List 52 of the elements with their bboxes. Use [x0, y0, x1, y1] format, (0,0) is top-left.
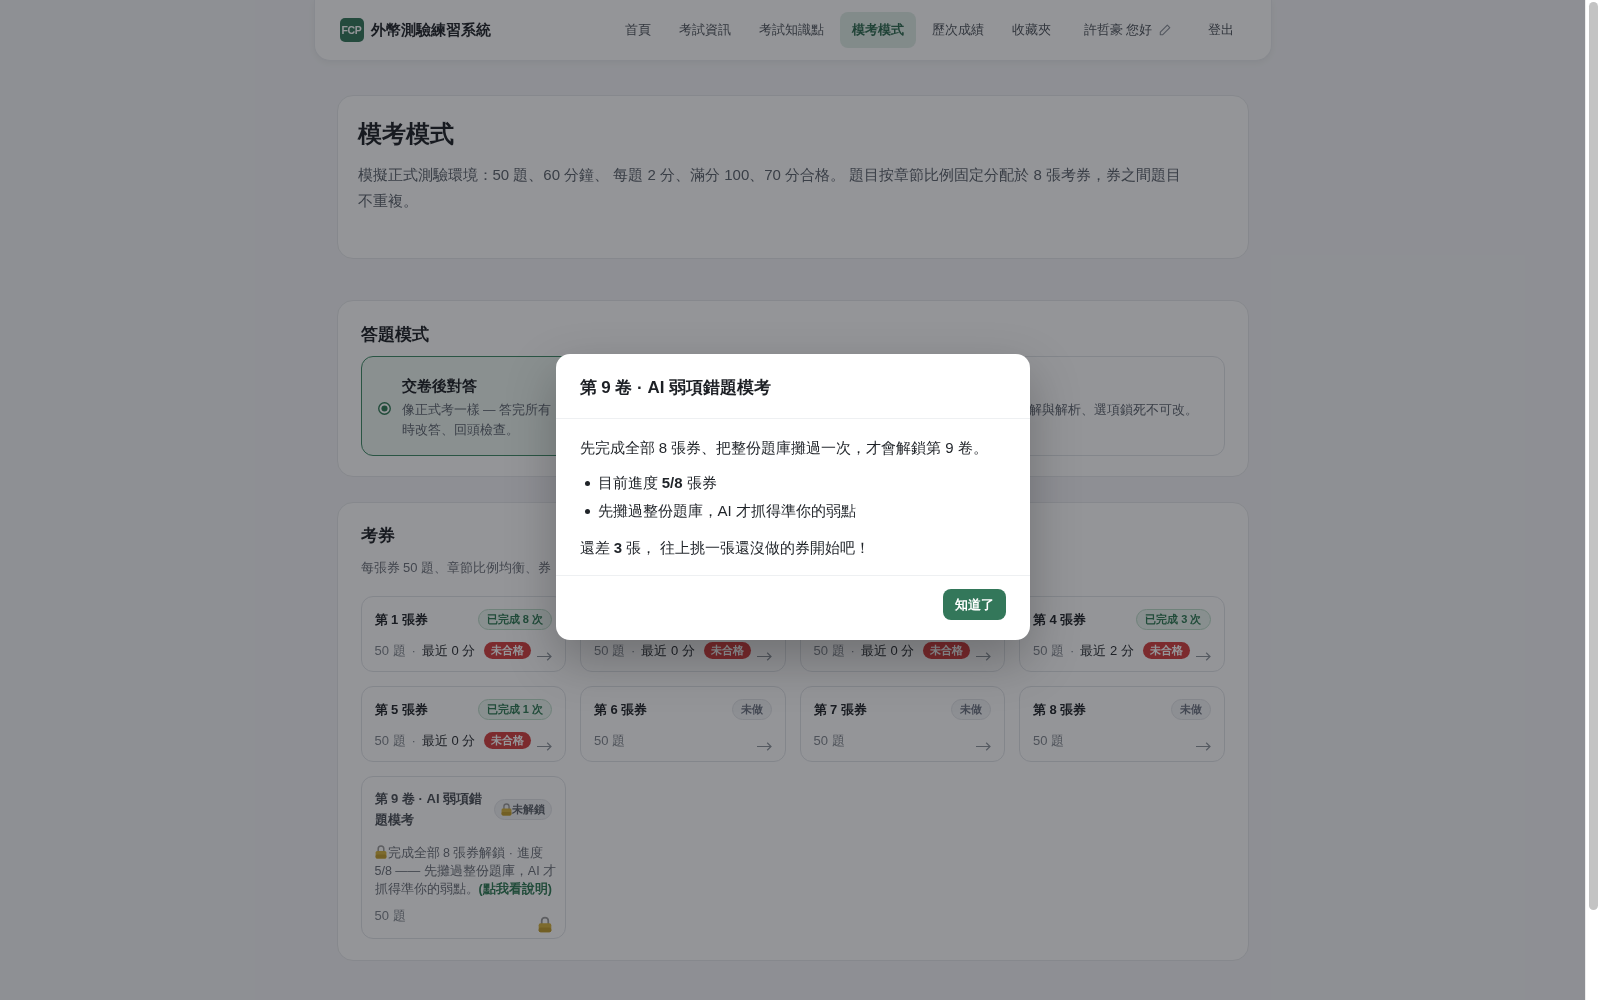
- status-text: 未解鎖: [512, 801, 545, 817]
- separator: ·: [411, 641, 416, 660]
- result-badge: 未合格: [484, 732, 532, 749]
- paper-title: 第 8 張券: [1033, 700, 1087, 719]
- question-count: 50 題: [374, 641, 406, 660]
- modal-note: 還差 3 張， 往上挑一張還沒做的券開始吧！: [579, 538, 871, 558]
- status-badge: 未做: [1170, 699, 1211, 720]
- status-badge: 未做: [731, 699, 772, 720]
- question-count: 50 題: [594, 731, 626, 750]
- unlock-hint: 完成全部 8 張券解鎖 · 進度 5/8 —— 先攤過整份題庫，AI 才抓得準你的弱點。(點我看說明): [374, 844, 558, 898]
- option-description: 解與解析、選項鎖死不可改。: [1028, 402, 1198, 419]
- result-badge: 未合格: [703, 642, 751, 659]
- section-subtitle: 每張券 50 題、章節比例均衡、券: [360, 559, 552, 577]
- result-badge: 未合格: [484, 642, 532, 659]
- list-item-text: 目前進度 5/8 張券: [597, 473, 717, 493]
- recent-score: 最近 2 分: [1080, 641, 1134, 660]
- question-count: 50 題: [813, 731, 845, 750]
- recent-score: 最近 0 分: [860, 641, 915, 660]
- status-badge: 未做: [951, 699, 991, 720]
- paper-title: 第 7 張券: [813, 700, 867, 719]
- question-count: 50 題: [1033, 641, 1065, 660]
- paper-title: 第 4 張券: [1033, 610, 1087, 629]
- paper-title: 第 1 張券: [374, 610, 428, 629]
- separator: ·: [1070, 641, 1075, 660]
- paper-title: 第 5 張券: [374, 700, 428, 719]
- option-description: 時改答、回頭檢查。: [401, 422, 519, 439]
- separator: ·: [850, 641, 855, 660]
- recent-score: 最近 0 分: [421, 641, 476, 660]
- option-title: 交卷後對答: [401, 376, 477, 396]
- question-count: 50 題: [1033, 731, 1065, 750]
- question-count: 50 題: [374, 731, 406, 750]
- separator: ·: [631, 641, 636, 660]
- status-badge: 已完成 8 次: [477, 609, 552, 630]
- page-title: 模考模式: [357, 119, 454, 149]
- status-badge: 已完成 3 次: [1136, 609, 1211, 630]
- modal-message: 先完成全部 8 張券、把整份題庫攤過一次，才會解鎖第 9 卷。: [579, 438, 988, 458]
- paper-title: 第 6 張券: [594, 700, 648, 719]
- status-badge: 已完成 1 次: [477, 699, 552, 720]
- app-logo: FCP: [339, 18, 364, 42]
- page-description: 模擬正式測驗環境：50 題、60 分鐘、 每題 2 分、滿分 100、70 分合格。 題目按章節比例固定分配於 8 張考券，券之間題目不重複。: [357, 165, 1182, 211]
- list-item-text: 先攤過整份題庫，AI 才抓得準你的弱點: [597, 501, 856, 521]
- recent-score: 最近 0 分: [421, 731, 476, 750]
- result-badge: 未合格: [1142, 642, 1190, 659]
- modal-title: 第 9 卷 · AI 弱項錯題模考: [579, 377, 772, 399]
- result-badge: 未合格: [923, 642, 971, 659]
- question-count: 50 題: [374, 907, 406, 925]
- separator: ·: [411, 731, 416, 750]
- app-title: 外幣測驗練習系統: [370, 19, 491, 40]
- section-title: 考券: [360, 525, 395, 547]
- paper-title: 第 9 卷 · AI 弱項錯題模考: [374, 790, 484, 829]
- recent-score: 最近 0 分: [641, 641, 695, 660]
- section-title: 答題模式: [360, 324, 429, 346]
